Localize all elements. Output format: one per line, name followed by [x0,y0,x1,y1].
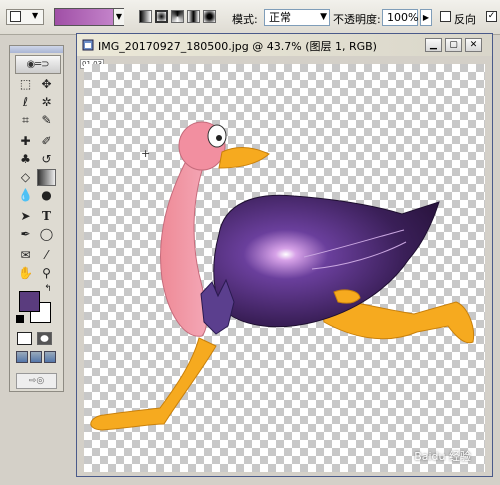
full-screen-menu-mode-button[interactable] [30,351,42,363]
marquee-tool-icon[interactable]: ⬚ [16,76,35,93]
ostrich-neck [160,158,208,337]
document-title: IMG_20170927_180500.jpg @ 43.7% (图层 1, R… [98,40,377,53]
minimize-button[interactable]: ▁ [425,38,442,52]
path-selection-tool-icon[interactable]: ➤ [16,208,35,225]
document-titlebar[interactable]: IMG_20170927_180500.jpg @ 43.7% (图层 1, R… [77,34,492,57]
history-brush-tool-icon[interactable]: ↺ [37,151,56,168]
document-window: IMG_20170927_180500.jpg @ 43.7% (图层 1, R… [76,33,493,477]
lasso-tool-icon[interactable]: ℓ [16,94,35,111]
magic-wand-tool-icon[interactable]: ✲ [37,94,56,111]
default-colors-icon[interactable] [16,315,24,323]
linear-gradient-button[interactable] [139,10,152,23]
move-tool-icon[interactable]: ✥ [37,76,56,93]
standard-mode-button[interactable] [17,332,32,345]
ostrich-illustration [90,121,475,431]
blur-tool-icon[interactable]: 💧 [16,187,35,204]
reflected-gradient-button[interactable] [187,10,200,23]
wing-tip [333,289,361,304]
reverse-label: 反向 [454,13,476,26]
diamond-gradient-button[interactable] [203,10,216,23]
brush-tool-icon[interactable]: ✐ [37,133,56,150]
angle-gradient-button[interactable] [171,10,184,23]
image-canvas[interactable]: + Baidu 经验 [84,64,485,472]
reverse-checkbox[interactable] [440,11,451,22]
gradient-tool-icon[interactable] [37,169,56,186]
ostrich-pupil [216,135,222,141]
slice-tool-icon[interactable]: ✎ [37,112,56,129]
notes-tool-icon[interactable]: ✉ [16,247,35,264]
chevron-down-icon: ▼ [320,12,327,22]
foreground-color-swatch[interactable] [19,291,40,312]
type-tool-icon[interactable]: T [37,208,56,225]
hand-tool-icon[interactable]: ✋ [16,265,35,282]
close-button[interactable]: ✕ [465,38,482,52]
tool-preset-button[interactable]: ▼ [6,9,44,25]
dodge-tool-icon[interactable]: ● [37,187,56,204]
zoom-tool-icon[interactable]: ⚲ [37,265,56,282]
document-icon [82,39,94,51]
shape-tool-icon[interactable]: ◯ [37,226,56,243]
mode-label: 模式: [232,13,258,26]
eraser-tool-icon[interactable]: ◇ [16,169,35,186]
crop-tool-icon[interactable]: ⌗ [16,112,35,129]
radial-gradient-button[interactable] [155,10,168,23]
options-bar: ▼ ▼ 模式: 正常 ▼ 不透明度: 100% ▶ 反向 ✓ [0,0,500,35]
opacity-value: 100% [387,11,419,24]
jump-to-imageready-button[interactable]: ⇨◎ [16,373,57,389]
mode-value: 正常 [269,11,291,24]
opacity-input[interactable]: 100% [382,9,418,26]
dither-checkbox[interactable]: ✓ [486,11,497,22]
swap-colors-icon[interactable]: ↰ [42,284,54,294]
quick-mask-mode-button[interactable] [37,332,52,345]
watermark: Baidu 经验 [414,450,471,463]
mode-select[interactable]: 正常 ▼ [264,9,330,26]
toolbox: ◉═⊃ ⬚ ✥ ℓ ✲ ⌗ ✎ ✚ ✐ ♣ ↺ ◇ 💧 ● ➤ T ✒ ◯ ✉ … [9,45,64,392]
crosshair-cursor-icon: + [141,147,151,160]
full-screen-mode-button[interactable] [44,351,56,363]
photoshop-logo-icon[interactable]: ◉═⊃ [15,55,61,74]
clone-stamp-tool-icon[interactable]: ♣ [16,151,35,168]
ostrich-body [213,194,440,328]
opacity-label: 不透明度: [333,13,381,26]
maximize-button[interactable]: ▢ [445,38,462,52]
toolbox-header[interactable] [10,46,63,53]
standard-screen-mode-button[interactable] [16,351,28,363]
document-body: 01 03 [77,56,492,476]
eyedropper-tool-icon[interactable]: ⁄ [37,247,56,264]
ostrich-beak [218,147,270,169]
healing-brush-tool-icon[interactable]: ✚ [16,133,35,150]
front-leg [90,337,217,431]
gradient-picker-arrow[interactable]: ▼ [113,9,124,25]
pen-tool-icon[interactable]: ✒ [16,226,35,243]
opacity-slider-button[interactable]: ▶ [420,9,432,26]
